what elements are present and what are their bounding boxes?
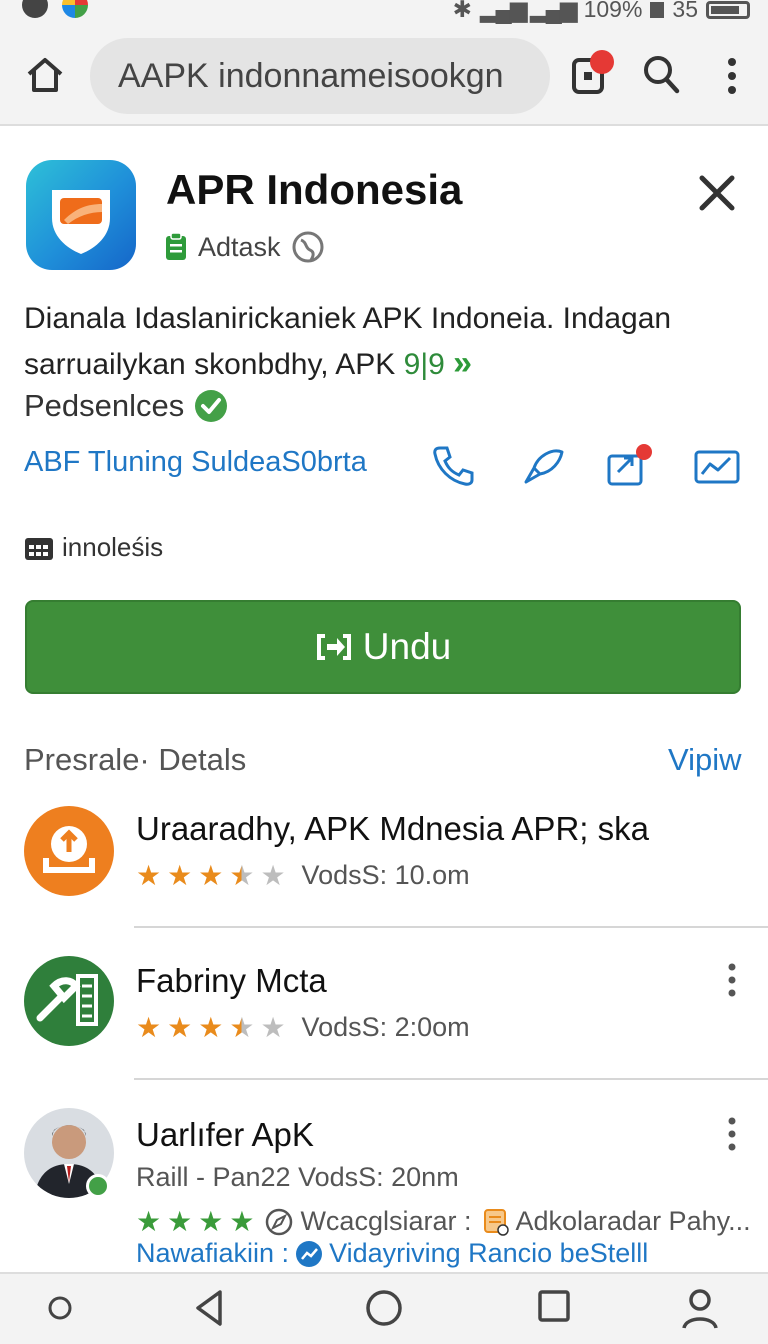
recents-icon[interactable]: [536, 1288, 572, 1324]
item-meta-row: ★ ★ ★ ★ Wcacglsiarar : Adkolaradar Pahy.…: [136, 1206, 751, 1237]
online-status-icon: [86, 1174, 110, 1198]
check-circle-icon: [195, 390, 228, 422]
app-description: Dianala Idaslanirickaniek APK Indoneia. …: [24, 296, 744, 387]
star-icon: ★: [167, 1205, 193, 1237]
profile-icon[interactable]: [680, 1288, 720, 1330]
app-icon: [26, 160, 136, 270]
item-meta-row: ★ ★ ★ ★ ★ VodsS: 2:0om: [136, 1012, 470, 1043]
status-bar: ✱ ▂▄▆ ▂▄▆ 109% 35: [0, 0, 768, 28]
url-text: AAPK indonnameisookgn: [118, 57, 504, 95]
clipboard-icon: [166, 232, 186, 260]
item-subtitle: Raill - Pan22 VodsS: 20nm: [136, 1162, 459, 1192]
item-title: Uraaradhy, APK Mdnesia APR; ska: [136, 810, 649, 847]
item-more-icon[interactable]: [722, 962, 742, 998]
star-icon: ★: [136, 1011, 162, 1043]
item-downloads: VodsS: 2:0om: [301, 1012, 470, 1042]
item-downloads: VodsS: 10.om: [301, 860, 470, 890]
item-title: Fabriny Mcta: [136, 962, 327, 999]
pin-icon[interactable]: [520, 444, 566, 486]
verified-badge-row: Pedsenlces: [24, 388, 228, 424]
developer-row[interactable]: Adtask: [164, 230, 325, 264]
app-link[interactable]: ABF Tluning SuldeaS0brta: [24, 446, 367, 479]
star-icon: ★: [136, 1205, 162, 1237]
battery-icon: [650, 1, 665, 18]
item-extra-1: Wcacglsiarar :: [300, 1206, 472, 1236]
item-link-row[interactable]: Nawafiakiin : Vidayriving Rancio beStell…: [136, 1238, 648, 1269]
close-icon[interactable]: [698, 174, 736, 212]
calendar-icon: [25, 537, 53, 560]
battery-level-icon: [706, 0, 750, 19]
star-icon: ★: [198, 859, 224, 891]
more-options-icon[interactable]: [720, 56, 744, 96]
install-button[interactable]: Undu: [25, 600, 741, 694]
description-text: Dianala Idaslanirickaniek APK Indoneia. …: [24, 302, 672, 381]
double-chevron-icon: »: [453, 344, 473, 382]
star-empty-icon: ★: [260, 1011, 286, 1043]
verified-badge-text: Pedsenlces: [24, 388, 185, 423]
system-nav-bar: [0, 1272, 768, 1344]
star-icon: ★: [229, 1205, 255, 1237]
view-all-link[interactable]: Vipiw: [668, 742, 742, 778]
notes-icon: [484, 1208, 510, 1236]
share-icon[interactable]: [606, 444, 652, 486]
star-empty-icon: ★: [260, 859, 286, 891]
language-text: innoleśis: [62, 532, 164, 562]
description-highlight: 9|9: [403, 348, 445, 381]
app-notification-icon: [62, 0, 88, 18]
clock: 35: [672, 0, 698, 22]
star-icon: ★: [198, 1205, 224, 1237]
item-title: Uarlıfer ApK: [136, 1116, 314, 1153]
star-icon: ★: [167, 859, 193, 891]
phone-icon[interactable]: [430, 444, 476, 486]
item-link-value: Vidayriving Rancio beStelll: [329, 1238, 649, 1268]
search-icon[interactable]: [642, 54, 680, 94]
star-icon: ★: [136, 859, 162, 891]
compass-icon: [266, 1208, 293, 1235]
item-extra-2: Adkolaradar Pahy...: [515, 1206, 751, 1236]
divider: [134, 926, 768, 928]
language-row: innoleśis: [24, 532, 163, 563]
star-icon: ★: [167, 1011, 193, 1043]
item-link-label: Nawafiakiin :: [136, 1238, 290, 1268]
notification-icon: [22, 0, 48, 18]
stats-icon[interactable]: [694, 444, 740, 486]
tools-app-icon: [24, 956, 114, 1046]
battery-percent: 109%: [583, 0, 643, 22]
browser-toolbar: AAPK indonnameisookgn: [0, 28, 768, 126]
download-icon: [316, 634, 351, 660]
back-icon[interactable]: [192, 1288, 226, 1328]
app-title: APR Indonesia: [166, 166, 463, 213]
item-meta-row: ★ ★ ★ ★ ★ VodsS: 10.om: [136, 860, 470, 891]
bluetooth-icon: ✱: [452, 0, 472, 22]
trend-icon: [296, 1240, 323, 1267]
home-icon[interactable]: [24, 54, 66, 96]
item-more-icon[interactable]: [722, 1116, 742, 1152]
section-title: Presrale· Detals: [24, 742, 247, 777]
install-label: Undu: [362, 626, 452, 667]
address-bar[interactable]: AAPK indonnameisookgn: [90, 38, 550, 114]
developer-name: Adtask: [198, 231, 281, 262]
circle-small-icon[interactable]: [46, 1294, 74, 1322]
star-icon: ★: [198, 1011, 224, 1043]
signal-icon: ▂▄▆ ▂▄▆: [479, 0, 578, 22]
upload-app-icon: [24, 806, 114, 896]
home-nav-icon[interactable]: [364, 1288, 404, 1328]
half-star-icon: ★: [229, 1011, 255, 1043]
tabs-notification-badge: [590, 50, 614, 74]
half-star-icon: ★: [229, 859, 255, 891]
globe-icon: [292, 231, 324, 263]
divider: [134, 1078, 768, 1080]
